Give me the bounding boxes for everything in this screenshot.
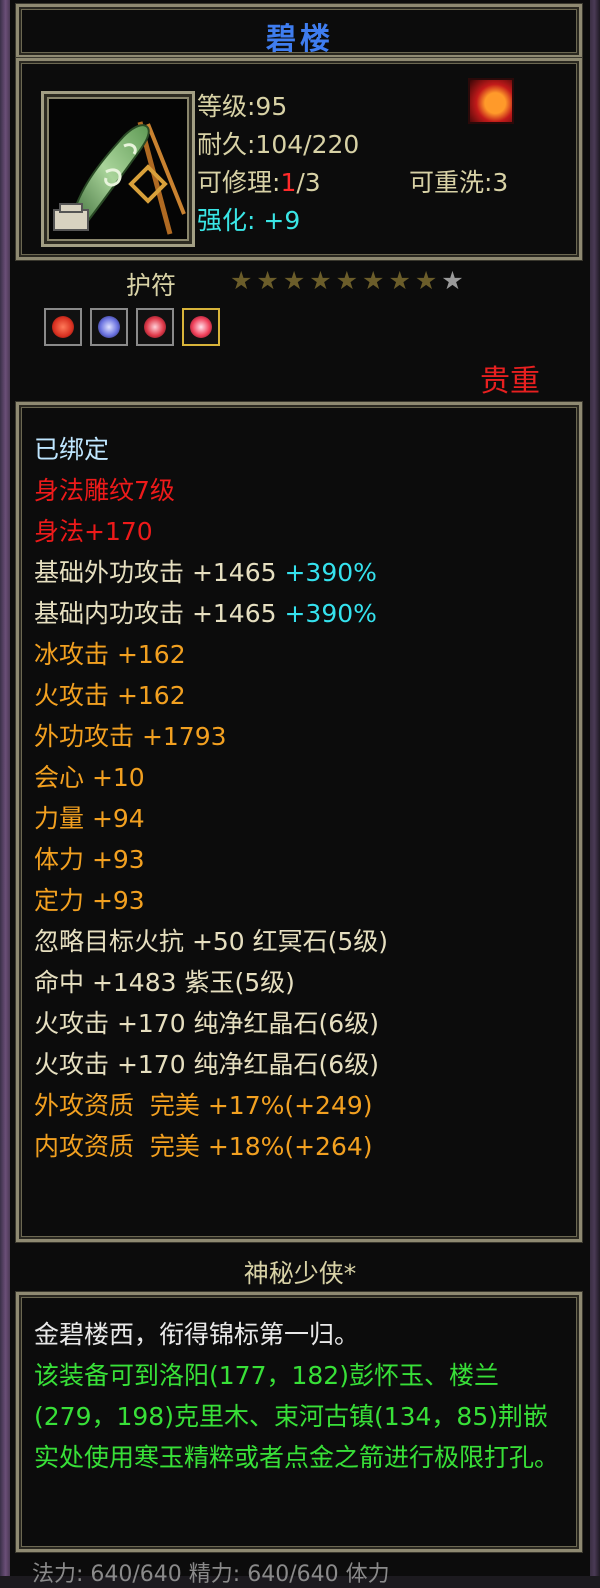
attr-strength: 力量 +94 [34,804,145,833]
rarity-label: 贵重 [480,364,540,399]
gem-slot-2[interactable] [90,308,128,346]
gem-slot-4[interactable] [182,308,220,346]
bottom-stats-strip: 法力: 640/640 精力: 640/640 体力 [32,1562,390,1587]
blue-gem-icon [98,316,120,338]
gem-slot-3[interactable] [136,308,174,346]
attr-gem-fire-1: 火攻击 +170 纯净红晶石(6级) [34,1009,379,1038]
attr-ext-quality: 外攻资质 完美 +17%(+249) [34,1091,373,1120]
item-name: 碧楼 [266,22,334,57]
item-durability: 耐久:104/220 [197,130,360,159]
attr-hit: 命中 +1483 紫玉(5级) [34,968,295,997]
star-rating: ★★★★★★★★★ [230,266,468,295]
stars-filled: ★★★★★★★★ [230,266,442,295]
gem-slot-1[interactable] [44,308,82,346]
talisman-label: 护符 [126,271,177,300]
repair-used-count: 1 [280,168,297,197]
attr-crit: 会心 +10 [34,763,145,792]
item-tooltip: 碧楼 等级:95 耐久:104/220 可修理:1/3 可重洗:3 强化: +9… [10,0,590,1587]
stars-empty: ★ [441,266,468,295]
maker-name: 神秘少侠* [243,1259,357,1288]
flame-badge-icon [468,78,514,124]
attr-base-int-attack: 基础内功攻击 +1465 +390% [34,599,377,628]
attr-fire-attack: 火攻击 +162 [34,681,186,710]
item-rewash: 可重洗:3 [409,168,509,197]
attr-ext-attack: 外功攻击 +1793 [34,722,227,751]
attr-int-quality: 内攻资质 完美 +18%(+264) [34,1132,373,1161]
item-repair: 可修理:1/3 [197,168,321,197]
red-gem-icon [190,316,212,338]
attr-base-ext-attack: 基础外功攻击 +1465 +390% [34,558,377,587]
attr-carving: 身法雕纹7级 [34,476,175,505]
item-level: 等级:95 [197,92,288,121]
red-gem-icon [52,316,74,338]
red-gem-icon [144,316,166,338]
attr-stamina: 体力 +93 [34,845,145,874]
attr-ignore-fire-res: 忽略目标火抗 +50 红冥石(5级) [34,927,389,956]
bound-status: 已绑定 [34,435,110,464]
attr-gem-fire-2: 火攻击 +170 纯净红晶石(6级) [34,1050,379,1079]
attr-ice-attack: 冰攻击 +162 [34,640,186,669]
item-enhance: 强化: +9 [197,206,301,235]
attr-agility: 身法+170 [34,517,153,546]
upgrade-hint: 该装备可到洛阳(177，182)彭怀玉、楼兰(279，198)克里木、束河古镇(… [34,1361,560,1472]
jade-pendant-icon [41,91,195,247]
flavor-text: 金碧楼西，衔得锦标第一归。 [34,1320,360,1349]
attr-focus: 定力 +93 [34,886,145,915]
